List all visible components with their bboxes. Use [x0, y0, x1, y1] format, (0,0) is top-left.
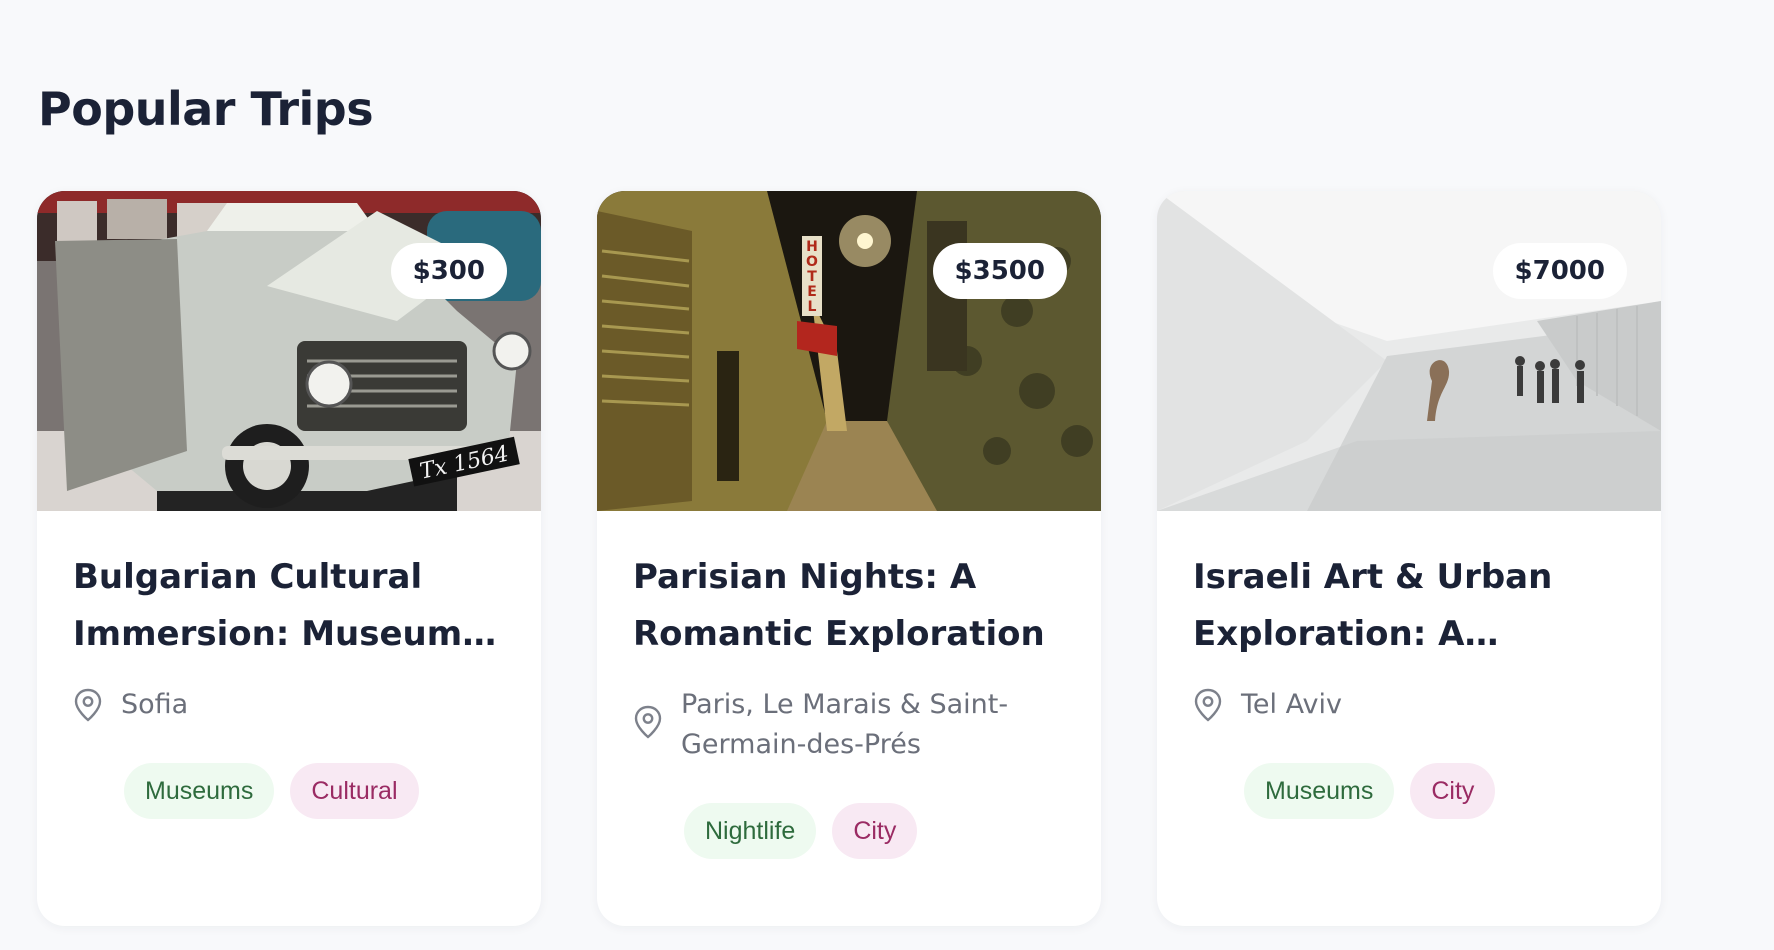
price-badge: $300: [390, 243, 507, 299]
trip-image-paris-alley: HOTEL $3500: [597, 191, 1101, 511]
museum-hall-photo: [1157, 191, 1661, 511]
tag-museums[interactable]: Museums: [124, 763, 275, 819]
trip-card-sofia[interactable]: Tx 1564 $300 Bulgarian Cultural Immersio…: [37, 191, 541, 926]
trip-location: Sofia: [73, 685, 505, 725]
tag-nightlife[interactable]: Nightlife: [684, 803, 817, 859]
card-body: Bulgarian Cultural Immersion: Museums an…: [37, 511, 541, 819]
paris-alley-photo: HOTEL: [597, 191, 1101, 511]
trip-location: Paris, Le Marais & Saint-Germain-des-Pré…: [633, 685, 1065, 765]
car-museum-photo: Tx 1564: [37, 191, 541, 511]
location-pin-icon: [74, 688, 102, 722]
card-body: Israeli Art & Urban Exploration: A Coupl…: [1157, 511, 1661, 819]
trip-location: Tel Aviv: [1193, 685, 1625, 725]
popular-trips-page: Popular Trips Tx 1564 $300 Bulgarian Cul…: [0, 0, 1774, 950]
trip-image-car-museum: Tx 1564 $300: [37, 191, 541, 511]
trip-image-museum-hall: $7000: [1157, 191, 1661, 511]
location-pin-icon: [1194, 688, 1222, 722]
card-body: Parisian Nights: A Romantic Exploration …: [597, 511, 1101, 859]
trip-title[interactable]: Bulgarian Cultural Immersion: Museums an…: [73, 549, 505, 663]
tag-museums[interactable]: Museums: [1244, 763, 1395, 819]
trip-title[interactable]: Parisian Nights: A Romantic Exploration: [633, 549, 1065, 663]
trip-title[interactable]: Israeli Art & Urban Exploration: A Coupl…: [1193, 549, 1625, 663]
trip-card-tel-aviv[interactable]: $7000 Israeli Art & Urban Exploration: A…: [1157, 191, 1661, 926]
hotel-sign-text: HOTEL: [806, 239, 818, 315]
tag-list: Museums Cultural: [73, 763, 505, 819]
price-badge: $7000: [1492, 243, 1627, 299]
tag-city[interactable]: City: [832, 803, 918, 859]
trip-card-paris[interactable]: HOTEL $3500 Parisian Nights: A Romantic …: [597, 191, 1101, 926]
location-text: Sofia: [121, 689, 189, 720]
location-text: Paris, Le Marais & Saint-Germain-des-Pré…: [681, 689, 1009, 760]
section-title: Popular Trips: [38, 82, 374, 136]
location-pin-icon: [634, 705, 662, 739]
price-badge: $3500: [932, 243, 1067, 299]
tag-list: Nightlife City: [633, 803, 1065, 859]
tag-list: Museums City: [1193, 763, 1625, 819]
trip-card-list: Tx 1564 $300 Bulgarian Cultural Immersio…: [37, 191, 1661, 926]
tag-cultural[interactable]: Cultural: [290, 763, 419, 819]
location-text: Tel Aviv: [1241, 689, 1342, 720]
tag-city[interactable]: City: [1410, 763, 1496, 819]
